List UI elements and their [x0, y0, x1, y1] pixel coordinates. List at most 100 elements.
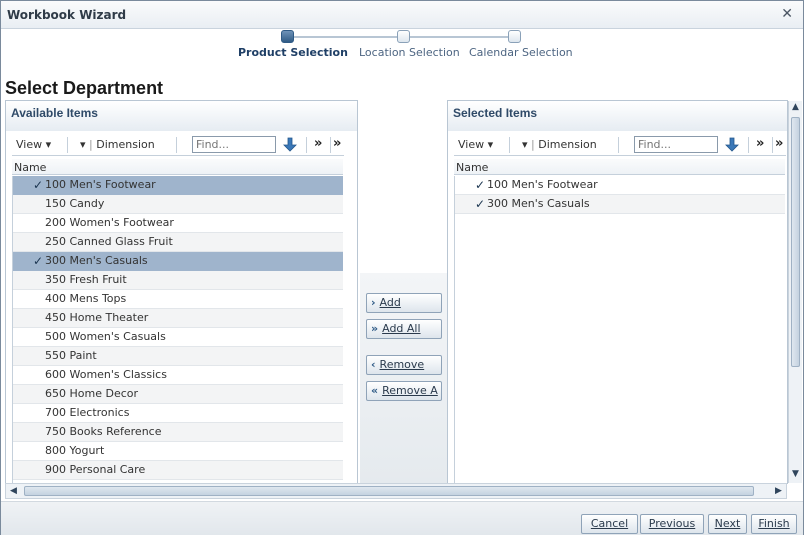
page-title: Select Department	[5, 78, 164, 98]
remove-button[interactable]: ‹ Remove	[366, 355, 442, 375]
view-menu[interactable]: View ▾	[16, 138, 51, 151]
add-all-button[interactable]: » Add All	[366, 319, 442, 339]
scroll-thumb[interactable]	[791, 117, 800, 367]
find-next-icon[interactable]	[724, 136, 740, 153]
next-button[interactable]: Next	[708, 514, 747, 534]
train-label-location[interactable]: Location Selection	[359, 46, 460, 59]
list-item-label: 650 Home Decor	[45, 387, 139, 400]
dimension-label: Dimension	[538, 138, 597, 151]
remove-button-label: Remove	[379, 358, 425, 371]
close-icon[interactable]: ✕	[781, 6, 793, 22]
train-stop-calendar[interactable]	[508, 30, 521, 43]
checkmark-icon: ✓	[33, 178, 44, 192]
toolbar-overflow-icon[interactable]: »	[333, 136, 341, 151]
list-item[interactable]: ✓ 100 Men's Footwear	[455, 176, 785, 195]
train-stop-location[interactable]	[397, 30, 410, 43]
selected-toolbar: View ▾ ▾ | Dimension » »	[454, 134, 786, 156]
list-item[interactable]: 450 Home Theater	[13, 309, 343, 328]
toolbar-separator	[306, 137, 307, 153]
list-item-label: 350 Fresh Fruit	[45, 273, 127, 286]
wizard-footer: Cancel Previous Next Finish	[1, 501, 803, 535]
cancel-button[interactable]: Cancel	[581, 514, 638, 534]
train-connector	[409, 36, 513, 38]
list-item-label: 450 Home Theater	[45, 311, 149, 324]
list-item[interactable]: 900 Personal Care	[13, 461, 343, 480]
workbook-wizard-window: Workbook Wizard ✕ Product Selection Loca…	[0, 0, 804, 535]
list-item[interactable]: 400 Mens Tops	[13, 290, 343, 309]
toolbar-overflow-icon[interactable]: »	[314, 136, 322, 151]
dimension-label: Dimension	[96, 138, 155, 151]
view-menu[interactable]: View ▾	[458, 138, 493, 151]
view-menu-label: View	[16, 138, 43, 151]
list-item-label: 300 Men's Casuals	[45, 254, 148, 267]
toolbar-overflow-icon[interactable]: »	[756, 136, 764, 151]
double-chevron-right-icon: »	[371, 322, 379, 335]
list-item-label: 800 Yogurt	[45, 444, 105, 457]
chevron-right-icon: ›	[371, 296, 376, 309]
list-item[interactable]: ✓ 100 Men's Footwear	[13, 176, 343, 195]
list-item[interactable]: 350 Fresh Fruit	[13, 271, 343, 290]
find-input[interactable]	[634, 136, 718, 153]
list-item[interactable]: 650 Home Decor	[13, 385, 343, 404]
caret-down-icon: ▾	[80, 138, 86, 151]
horizontal-scrollbar[interactable]: ◀ ▶	[5, 483, 787, 499]
view-menu-label: View	[458, 138, 485, 151]
next-button-label: Next	[714, 517, 741, 530]
toolbar-separator	[772, 137, 773, 153]
toolbar-separator	[618, 137, 619, 153]
previous-button-label: Previous	[648, 517, 696, 530]
list-item-label: 400 Mens Tops	[45, 292, 127, 305]
find-next-icon[interactable]	[282, 136, 298, 153]
add-all-button-label: Add All	[382, 322, 421, 335]
available-toolbar: View ▾ ▾ | Dimension » »	[12, 134, 344, 156]
list-item[interactable]: 750 Books Reference	[13, 423, 343, 442]
list-item[interactable]: 600 Women's Classics	[13, 366, 343, 385]
selected-items-list: ✓ 100 Men's Footwear ✓ 300 Men's Casuals	[454, 176, 785, 483]
scroll-down-icon[interactable]: ▼	[789, 468, 802, 481]
checkmark-icon: ✓	[475, 197, 486, 211]
train-label-calendar[interactable]: Calendar Selection	[469, 46, 573, 59]
list-item[interactable]: ✓ 300 Men's Casuals	[13, 252, 343, 271]
wizard-train: Product Selection Location Selection Cal…	[231, 29, 573, 69]
add-button[interactable]: › Add	[366, 293, 442, 313]
dimension-menu[interactable]: ▾ | Dimension	[80, 138, 155, 151]
caret-down-icon: ▾	[522, 138, 528, 151]
selected-column-header[interactable]: Name	[454, 159, 785, 175]
dimension-menu[interactable]: ▾ | Dimension	[522, 138, 597, 151]
train-label-product[interactable]: Product Selection	[238, 46, 348, 59]
list-item-label: 100 Men's Footwear	[487, 178, 598, 191]
list-item[interactable]: 150 Candy	[13, 195, 343, 214]
list-item[interactable]: 700 Electronics	[13, 404, 343, 423]
toolbar-separator	[330, 137, 331, 153]
remove-all-button[interactable]: «Remove A	[366, 381, 442, 401]
cancel-button-label: Cancel	[590, 517, 629, 530]
toolbar-overflow-icon[interactable]: »	[775, 136, 783, 151]
list-item-label: 200 Women's Footwear	[45, 216, 174, 229]
list-item[interactable]: 550 Paint	[13, 347, 343, 366]
scroll-left-icon[interactable]: ◀	[7, 485, 20, 498]
window-title: Workbook Wizard	[7, 8, 127, 22]
find-input[interactable]	[192, 136, 276, 153]
list-item[interactable]: ✓ 300 Men's Casuals	[455, 195, 785, 214]
list-item[interactable]: 500 Women's Casuals	[13, 328, 343, 347]
toolbar-separator	[176, 137, 177, 153]
toolbar-separator	[67, 137, 68, 153]
remove-all-button-label: Remove A	[382, 384, 438, 397]
train-stop-product[interactable]	[281, 30, 294, 43]
title-bar: Workbook Wizard ✕	[1, 1, 803, 29]
list-item-label: 500 Women's Casuals	[45, 330, 166, 343]
list-item[interactable]: 250 Canned Glass Fruit	[13, 233, 343, 252]
previous-button[interactable]: Previous	[640, 514, 704, 534]
list-item[interactable]: 200 Women's Footwear	[13, 214, 343, 233]
available-column-header[interactable]: Name	[12, 159, 343, 175]
finish-button[interactable]: Finish	[751, 514, 797, 534]
list-item-label: 600 Women's Classics	[45, 368, 167, 381]
available-items-panel: Available Items View ▾ ▾ | Dimension » »…	[5, 100, 358, 484]
chevron-left-icon: ‹	[371, 358, 376, 371]
scroll-thumb[interactable]	[24, 486, 754, 496]
list-item[interactable]: 800 Yogurt	[13, 442, 343, 461]
scroll-up-icon[interactable]: ▲	[789, 101, 802, 114]
vertical-scrollbar[interactable]: ▲ ▼	[788, 101, 802, 483]
scroll-right-icon[interactable]: ▶	[772, 485, 785, 498]
add-button-label: Add	[379, 296, 401, 309]
